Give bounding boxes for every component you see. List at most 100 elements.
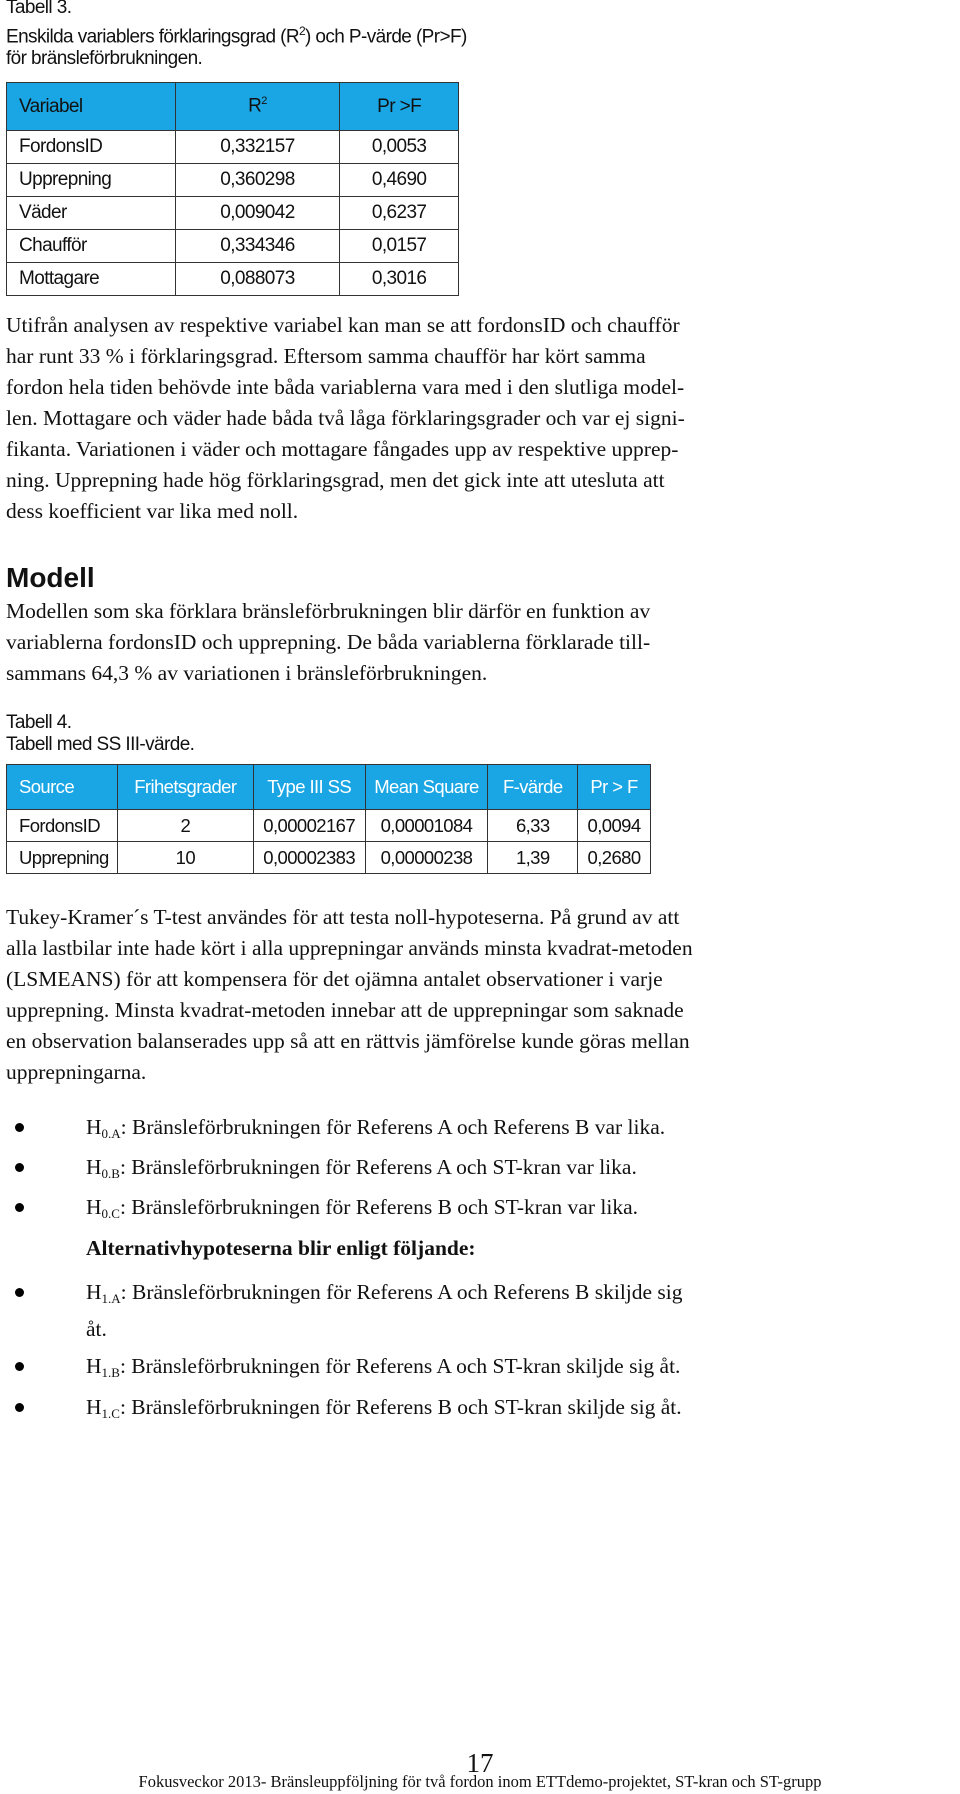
hypothesis-symbol: H	[86, 1195, 102, 1219]
hypothesis-symbol: H	[86, 1395, 102, 1419]
hypothesis-statement: : Bränsleförbrukningen för Referens B oc…	[119, 1195, 639, 1219]
hypothesis-subscript: 0.A	[101, 1126, 121, 1141]
caption-text: Enskilda variablers förklaringsgrad (R	[6, 26, 300, 48]
cell-pr: 0,4690	[339, 163, 459, 197]
footer-text: Fokusveckor 2013- Bränsleuppföljning för…	[138, 1772, 822, 1791]
col-header: Frihetsgrader	[116, 764, 254, 810]
table-cell: 6,33	[487, 809, 579, 842]
hypothesis-statement: : Bränsleförbrukningen för Referens A oc…	[119, 1354, 681, 1378]
hypothesis-statement: : Bränsleförbrukningen för Referens A oc…	[119, 1155, 637, 1179]
col-header: Pr > F	[577, 764, 651, 810]
text-line: fordon hela tiden behövde inte båda vari…	[6, 375, 685, 399]
table-cell: 0,00002383	[252, 841, 366, 874]
table-header-row: Source Frihetsgrader Type III SS Mean Squar…	[6, 764, 651, 810]
table4-label: Tabell 4.	[6, 712, 72, 733]
text-line: (LSMEANS) för att kompensera för det ojä…	[6, 967, 663, 991]
cell-variable: FordonsID	[6, 130, 176, 164]
section-heading-modell: Modell	[6, 562, 95, 593]
table-cell: FordonsID	[6, 809, 118, 842]
bullet-icon	[15, 1203, 24, 1212]
hypothesis-text: H0.C: Bränsleförbrukningen för Referens …	[86, 1192, 638, 1229]
bullet-icon	[15, 1362, 24, 1371]
cell-pr: 0,6237	[339, 196, 459, 230]
hypothesis-subscript: 0.C	[101, 1206, 120, 1221]
table-cell: 2	[116, 809, 254, 842]
table-row: Väder 0,009042 0,6237	[6, 196, 459, 230]
table-cell: 10	[116, 841, 254, 874]
caption-text-2: för bränsleförbrukningen.	[6, 48, 203, 70]
hypothesis-symbol: H	[86, 1354, 102, 1378]
table-cell: 0,00001084	[364, 809, 489, 842]
table3-caption: Enskilda variablers förklaringsgrad (R2)…	[6, 20, 467, 70]
table3-label: Tabell 3.	[6, 0, 72, 18]
cell-variable: Upprepning	[6, 163, 176, 197]
table-row: Upprepning 0,360298 0,4690	[6, 163, 459, 197]
r2-sup: 2	[261, 95, 267, 108]
hypothesis-subscript: 0.B	[101, 1166, 120, 1181]
hypothesis-subscript: 1.B	[101, 1365, 120, 1380]
cell-r2: 0,334346	[174, 229, 341, 263]
r2-text: R	[248, 95, 262, 117]
hypothesis-continuation: åt.	[86, 1317, 107, 1341]
cell-variable: Mottagare	[6, 262, 176, 296]
col-header-r2: R2	[174, 82, 341, 131]
cell-pr: 0,0053	[339, 130, 459, 164]
table-cell: 0,2680	[577, 841, 651, 874]
col-header: F-värde	[487, 764, 579, 810]
hypothesis-symbol: H	[86, 1280, 102, 1304]
hypothesis-text: H0.A: Bränsleförbrukningen för Referens …	[86, 1112, 665, 1149]
col-header: Type III SS	[252, 764, 366, 810]
hypothesis-text: H1.C: Bränsleförbrukningen för Referens …	[86, 1392, 682, 1429]
hypothesis-text: H0.B: Bränsleförbrukningen för Referens …	[86, 1152, 637, 1189]
table-cell: 0,0094	[577, 809, 651, 842]
col-header-variable: Variabel	[6, 82, 176, 131]
caption-text-end: ) och P-värde (Pr>F)	[305, 26, 467, 48]
cell-pr: 0,0157	[339, 229, 459, 263]
hypothesis-statement: : Bränsleförbrukningen för Referens B oc…	[119, 1395, 682, 1419]
cell-variable: Väder	[6, 196, 176, 230]
text-line: har runt 33 % i förklaringsgrad. Efterso…	[6, 344, 646, 368]
table-cell: 1,39	[487, 841, 579, 874]
table-cell: 0,00002167	[252, 809, 366, 842]
text-line: en observation balanserades upp så att e…	[6, 1029, 690, 1053]
table4-caption: Tabell med SS III-värde.	[6, 734, 195, 755]
table-cell: 0,00000238	[364, 841, 489, 874]
table-cell: Upprepning	[6, 841, 118, 874]
table-header-row: Variabel R2 Pr >F	[6, 82, 459, 131]
text-line: len. Mottagare och väder hade båda två l…	[6, 406, 685, 430]
text-line: sammans 64,3 % av variationen i bränslef…	[6, 661, 488, 685]
hypothesis-subscript: 1.A	[101, 1291, 121, 1306]
hypothesis-text: H1.A: Bränsleförbrukningen för Referens …	[86, 1277, 683, 1345]
text-line: fikanta. Variationen i väder och mottaga…	[6, 437, 679, 461]
cell-variable: Chaufför	[6, 229, 176, 263]
col-header: Source	[6, 764, 118, 810]
table-row: Upprepning 10 0,00002383 0,00000238 1,39 0,26…	[6, 841, 651, 874]
bullet-icon	[15, 1123, 24, 1132]
cell-r2: 0,360298	[174, 163, 341, 197]
table-row: FordonsID 0,332157 0,0053	[6, 130, 459, 164]
text-line: upprepningarna.	[6, 1060, 147, 1084]
text-line: upprepning. Minsta kvadrat-metoden inneb…	[6, 998, 684, 1022]
bullet-icon	[15, 1163, 24, 1172]
hypothesis-statement: : Bränsleförbrukningen för Referens A oc…	[120, 1115, 666, 1139]
table4: Source Frihetsgrader Type III SS Mean Squar…	[6, 764, 651, 874]
table-row: Chaufför 0,334346 0,0157	[6, 229, 459, 263]
paragraph-tukey: Tukey-Kramer´s T-test användes för att t…	[6, 902, 956, 1088]
hypothesis-symbol: H	[86, 1115, 102, 1139]
hypothesis-statement: : Bränsleförbrukningen för Referens A oc…	[120, 1280, 683, 1304]
text-line: ning. Upprepning hade hög förklaringsgra…	[6, 468, 665, 492]
hypothesis-subscript: 1.C	[101, 1406, 120, 1421]
table-row: FordonsID 2 0,00002167 0,00001084 6,33 0,0094	[6, 809, 651, 842]
alt-hypotheses-heading: Alternativhypoteserna blir enligt följan…	[86, 1236, 476, 1260]
cell-pr: 0,3016	[339, 262, 459, 296]
paragraph-model: Modellen som ska förklara bränsleförbruk…	[6, 596, 956, 689]
table-row: Mottagare 0,088073 0,3016	[6, 262, 459, 296]
text-line: Modellen som ska förklara bränsleförbruk…	[6, 599, 651, 623]
hypothesis-symbol: H	[86, 1155, 102, 1179]
text-line: alla lastbilar inte hade kört i alla upp…	[6, 936, 693, 960]
cell-r2: 0,009042	[174, 196, 341, 230]
hypothesis-text: H1.B: Bränsleförbrukningen för Referens …	[86, 1351, 680, 1388]
paragraph-analysis: Utifrån analysen av respektive variabel …	[6, 310, 956, 527]
text-line: Utifrån analysen av respektive variabel …	[6, 313, 680, 337]
cell-r2: 0,332157	[174, 130, 341, 164]
